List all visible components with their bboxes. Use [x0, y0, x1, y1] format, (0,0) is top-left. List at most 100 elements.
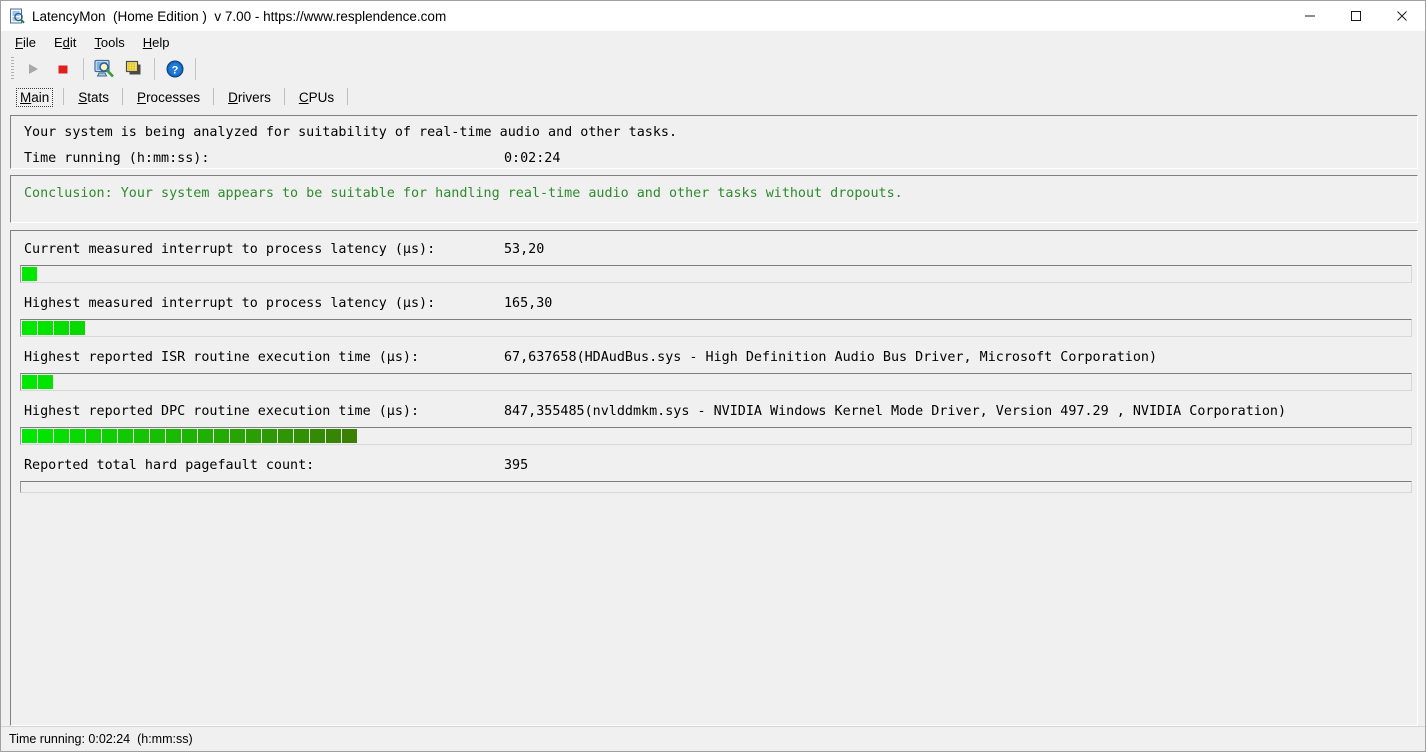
menu-edit-pre: E [53, 34, 63, 50]
metric-highest-dpc-routine-execution-time: Highest reported DPC routine execution t… [11, 401, 1417, 445]
menu-bar: File Edit Tools Help [1, 31, 1425, 53]
metric-bar [20, 481, 1412, 493]
progress-segment [38, 429, 53, 443]
metric-bar-segments [22, 267, 37, 281]
progress-segment [22, 321, 37, 335]
metric-highest-interrupt-to-process-latency: Highest measured interrupt to process la… [11, 293, 1417, 337]
toolbar-separator-2 [154, 58, 155, 80]
toolbar-separator-1 [83, 58, 84, 80]
latencymon-app-icon [9, 8, 25, 24]
metric-value: 847,355485 [504, 404, 585, 419]
tab-stats-label: tats [87, 89, 110, 105]
tab-cpus-accel: C [298, 89, 309, 105]
metric-label-row: Highest measured interrupt to process la… [11, 293, 1417, 317]
progress-segment [38, 375, 53, 389]
analysis-status-panel: Your system is being analyzed for suitab… [10, 115, 1418, 169]
monitor-magnifier-icon[interactable] [89, 55, 119, 83]
metric-value: 165,30 [504, 296, 553, 311]
progress-segment [230, 429, 245, 443]
tab-stats[interactable]: Stats [64, 85, 124, 109]
cascade-windows-icon[interactable] [119, 55, 149, 83]
metric-value: 67,637658 [504, 350, 577, 365]
menu-item-help[interactable]: Help [139, 34, 180, 51]
progress-segment [70, 429, 85, 443]
progress-segment [118, 429, 133, 443]
menu-help-rest: elp [152, 34, 170, 50]
metric-reported-total-hard-pagefault-count: Reported total hard pagefault count: 395 [11, 455, 1417, 493]
menu-item-file[interactable]: File [11, 34, 46, 51]
question-circle-icon[interactable]: ? [160, 55, 190, 83]
maximize-icon[interactable] [1333, 1, 1379, 31]
metrics-panel: Current measured interrupt to process la… [10, 230, 1418, 726]
metric-bar-segments [22, 321, 85, 335]
progress-segment [102, 429, 117, 443]
metric-value: 395 [504, 458, 529, 473]
metric-label-row: Highest reported DPC routine execution t… [11, 401, 1417, 425]
metric-label: Highest reported DPC routine execution t… [24, 404, 420, 419]
metric-bar [20, 427, 1412, 445]
tab-bar: Main Stats Processes Drivers CPUs [1, 85, 1425, 109]
progress-segment [262, 429, 277, 443]
progress-segment [70, 321, 85, 335]
metric-highest-isr-routine-execution-time: Highest reported ISR routine execution t… [11, 347, 1417, 391]
conclusion-panel: Conclusion: Your system appears to be su… [10, 175, 1418, 223]
tab-cpus[interactable]: CPUs [285, 85, 349, 109]
conclusion-text: Conclusion: Your system appears to be su… [24, 186, 903, 201]
svg-text:?: ? [172, 65, 179, 77]
tab-main[interactable]: Main [5, 85, 65, 109]
progress-segment [22, 375, 37, 389]
analysis-status-line: Your system is being analyzed for suitab… [24, 125, 678, 140]
status-bar-text: Time running: 0:02:24 (h:mm:ss) [9, 732, 193, 746]
progress-segment [182, 429, 197, 443]
menu-edit-accel: d [62, 34, 70, 50]
metric-bar [20, 319, 1412, 337]
metric-extra: (nvlddmkm.sys - NVIDIA Windows Kernel Mo… [584, 404, 1287, 419]
minimize-icon[interactable] [1287, 1, 1333, 31]
title-bar: LatencyMon (Home Edition ) v 7.00 - http… [1, 1, 1425, 31]
tab-drivers[interactable]: Drivers [214, 85, 285, 109]
tab-processes-label: rocesses [146, 89, 201, 105]
metric-bar [20, 373, 1412, 391]
metric-label: Highest measured interrupt to process la… [24, 296, 436, 311]
metric-label: Reported total hard pagefault count: [24, 458, 315, 473]
metric-label: Highest reported ISR routine execution t… [24, 350, 420, 365]
tab-processes[interactable]: Processes [123, 85, 215, 109]
metric-label-row: Current measured interrupt to process la… [11, 239, 1417, 263]
tab-drivers-label: rivers [237, 89, 271, 105]
toolbar-separator-3 [195, 58, 196, 80]
progress-segment [198, 429, 213, 443]
metric-current-interrupt-to-process-latency: Current measured interrupt to process la… [11, 239, 1417, 283]
stop-square-icon[interactable] [48, 55, 78, 83]
progress-segment [246, 429, 261, 443]
menu-help-accel: H [142, 34, 153, 50]
progress-segment [86, 429, 101, 443]
toolbar-grip[interactable] [11, 57, 14, 81]
progress-segment [278, 429, 293, 443]
time-running-label: Time running (h:mm:ss): [24, 151, 210, 166]
progress-segment [134, 429, 149, 443]
metric-bar [20, 265, 1412, 283]
progress-segment [166, 429, 181, 443]
progress-segment [150, 429, 165, 443]
progress-segment [310, 429, 325, 443]
window-controls [1287, 1, 1425, 31]
status-bar: Time running: 0:02:24 (h:mm:ss) [1, 726, 1425, 751]
tab-processes-accel: P [137, 89, 147, 105]
tab-main-accel: M [20, 89, 32, 105]
menu-tools-rest: ools [100, 34, 125, 50]
progress-segment [54, 321, 69, 335]
menu-edit-rest: it [69, 34, 77, 50]
close-icon[interactable] [1379, 1, 1425, 31]
progress-segment [342, 429, 357, 443]
latencymon-window: LatencyMon (Home Edition ) v 7.00 - http… [0, 0, 1426, 752]
menu-item-edit[interactable]: Edit [50, 34, 86, 51]
progress-segment [38, 321, 53, 335]
progress-segment [214, 429, 229, 443]
menu-item-tools[interactable]: Tools [90, 34, 134, 51]
tab-cpus-label: PUs [308, 89, 335, 105]
tab-main-label: ain [31, 89, 50, 105]
menu-file-accel: F [15, 34, 23, 50]
metric-bar-segments [22, 375, 53, 389]
progress-segment [294, 429, 309, 443]
play-icon[interactable] [18, 55, 48, 83]
